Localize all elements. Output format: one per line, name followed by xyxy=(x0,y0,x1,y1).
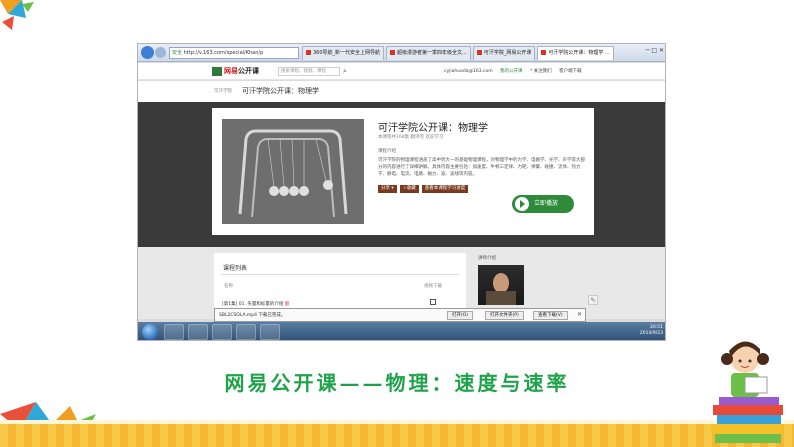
header-links: cyjiahuada@163.com 我的公开课 * 关注我们 客户端下载 xyxy=(444,68,588,74)
search-icon[interactable]: ⌕ xyxy=(343,67,352,76)
explorer-taskbar-icon[interactable] xyxy=(188,324,208,340)
follow-link[interactable]: * 关注我们 xyxy=(530,69,552,74)
close-icon[interactable]: ✕ xyxy=(577,311,582,318)
tab-favicon-icon xyxy=(390,50,396,55)
course-list-row[interactable]: [第1集] 01. 矢量和标量的介绍 翻 xyxy=(222,301,289,307)
view-downloads-button[interactable]: 查看下载(V) xyxy=(533,311,568,320)
tab-label: 可汗学院_网易公开课 xyxy=(483,50,532,56)
browser-toolbar: 安全 http://v.163.com/special/Khan/p 360导航… xyxy=(138,44,665,62)
play-now-label: 立即播放 xyxy=(534,200,559,207)
download-notification-bar: SBL2CSOLA.mp4 下载已完成。 打开(O) 打开文件夹(P) 查看下载… xyxy=(214,308,586,322)
course-hero: 可汗学院公开课：物理学 本课程共168集 翻译完 欢迎学习 课程介绍 可汗学院的… xyxy=(138,102,665,247)
tab-360-nav[interactable]: 360导航_新一代安全上网导航 xyxy=(302,46,385,60)
play-now-button[interactable]: 立即播放 xyxy=(512,195,574,213)
back-button[interactable] xyxy=(141,46,154,59)
tab-favicon-icon xyxy=(476,50,482,55)
ie-taskbar-icon[interactable] xyxy=(164,324,184,340)
app-download-link[interactable]: 客户端下载 xyxy=(559,69,582,74)
newtons-cradle-image xyxy=(222,119,364,224)
teacher-photo xyxy=(478,265,524,305)
my-courses-link[interactable]: 我的公开课 xyxy=(500,69,523,74)
system-clock[interactable]: 20:51 2014/9/23 xyxy=(640,325,663,337)
breadcrumb-title: 可汗学院公开课：物理学 xyxy=(242,87,319,95)
taskbar: 20:51 2014/9/23 xyxy=(138,322,665,340)
tab-label: 360导航_新一代安全上网导航 xyxy=(313,50,381,56)
browser-tabs: 360导航_新一代安全上网导航 超级漫游者第一季四年级全文... 可汗学院_网易… xyxy=(302,46,616,60)
open-folder-button[interactable]: 打开文件夹(P) xyxy=(485,311,524,320)
course-action-buttons: 分享 ▾ ☆收藏 查看本课程学习进度 xyxy=(378,185,471,193)
slide: 安全 http://v.163.com/special/Khan/p 360导航… xyxy=(0,0,794,447)
view-progress-button[interactable]: 查看本课程学习进度 xyxy=(421,185,469,193)
tab-khan-physics[interactable]: 可汗学院公开课：物理学 ... xyxy=(537,46,614,60)
window-controls[interactable]: ─ □ ✕ xyxy=(646,47,664,54)
edit-icon[interactable]: ✎ xyxy=(588,295,598,305)
bottom-stripe xyxy=(0,424,794,447)
security-label: 安全 xyxy=(172,50,183,56)
address-text: http://v.163.com/special/Khan/p xyxy=(183,50,264,56)
site-header: 网易公开课 搜索课程、视频、课程 ⌕ cyjiahuada@163.com 我的… xyxy=(138,63,665,80)
powerpoint-taskbar-icon[interactable] xyxy=(260,324,280,340)
course-card: 可汗学院公开课：物理学 本课程共168集 翻译完 欢迎学习 课程介绍 可汗学院的… xyxy=(212,108,594,235)
divider xyxy=(221,274,459,275)
clock-date: 2014/9/23 xyxy=(639,331,663,336)
translated-badge: 翻 xyxy=(284,302,290,307)
download-icon[interactable] xyxy=(430,299,436,305)
logo-icon xyxy=(212,67,222,76)
forward-button[interactable] xyxy=(155,47,166,58)
download-status: SBL2CSOLA.mp4 下载已完成。 xyxy=(219,313,286,318)
logo-red-text: 网易 xyxy=(224,67,238,75)
tab-label: 超级漫游者第一季四年级全文... xyxy=(397,50,467,56)
app-taskbar-icon[interactable] xyxy=(236,324,256,340)
course-intro-label: 课程介绍 xyxy=(378,149,396,154)
address-bar[interactable]: 安全 http://v.163.com/special/Khan/p xyxy=(169,47,299,59)
share-button[interactable]: 分享 ▾ xyxy=(378,185,397,193)
tab-label: 可汗学院公开课：物理学 ... xyxy=(548,50,610,56)
site-logo[interactable]: 网易公开课 xyxy=(224,66,259,76)
play-icon xyxy=(515,197,529,211)
start-button[interactable] xyxy=(142,324,158,340)
logo-text: 公开课 xyxy=(238,67,259,75)
tab-khan-academy[interactable]: 可汗学院_网易公开课 xyxy=(472,46,536,60)
column-header-name: 名称 xyxy=(224,284,233,289)
favorite-button[interactable]: ☆收藏 xyxy=(399,185,419,193)
column-header-download: 视频下载 xyxy=(424,284,442,289)
media-player-taskbar-icon[interactable] xyxy=(212,324,232,340)
open-button[interactable]: 打开(O) xyxy=(447,311,474,320)
site-search-input[interactable]: 搜索课程、视频、课程 xyxy=(278,67,340,76)
slide-caption: 网易公开课——物理：速度与速率 xyxy=(224,371,570,395)
breadcrumb: 可汗学院 可汗学院公开课：物理学 xyxy=(138,81,665,102)
browser-screenshot: 安全 http://v.163.com/special/Khan/p 360导航… xyxy=(137,43,666,341)
tab-favicon-icon xyxy=(541,50,547,55)
decorative-triangles-top-left xyxy=(0,0,34,30)
teacher-intro-label: 讲师介绍 xyxy=(478,256,496,261)
row-label: [第1集] 01. 矢量和标量的介绍 xyxy=(222,302,284,307)
user-email[interactable]: cyjiahuada@163.com xyxy=(444,69,493,74)
course-description: 可汗学院的物理课程涵盖了高中到大一的基础物理课程，对物理学中的力学、电磁学、光学… xyxy=(378,158,585,177)
breadcrumb-parent[interactable]: 可汗学院 xyxy=(214,88,232,94)
tab-roaming[interactable]: 超级漫游者第一季四年级全文... xyxy=(386,46,471,60)
course-list-title: 课程列表 xyxy=(223,265,248,272)
course-title: 可汗学院公开课：物理学 xyxy=(378,123,488,134)
course-meta: 本课程共168集 翻译完 欢迎学习 xyxy=(378,135,444,140)
tab-favicon-icon xyxy=(306,50,311,55)
